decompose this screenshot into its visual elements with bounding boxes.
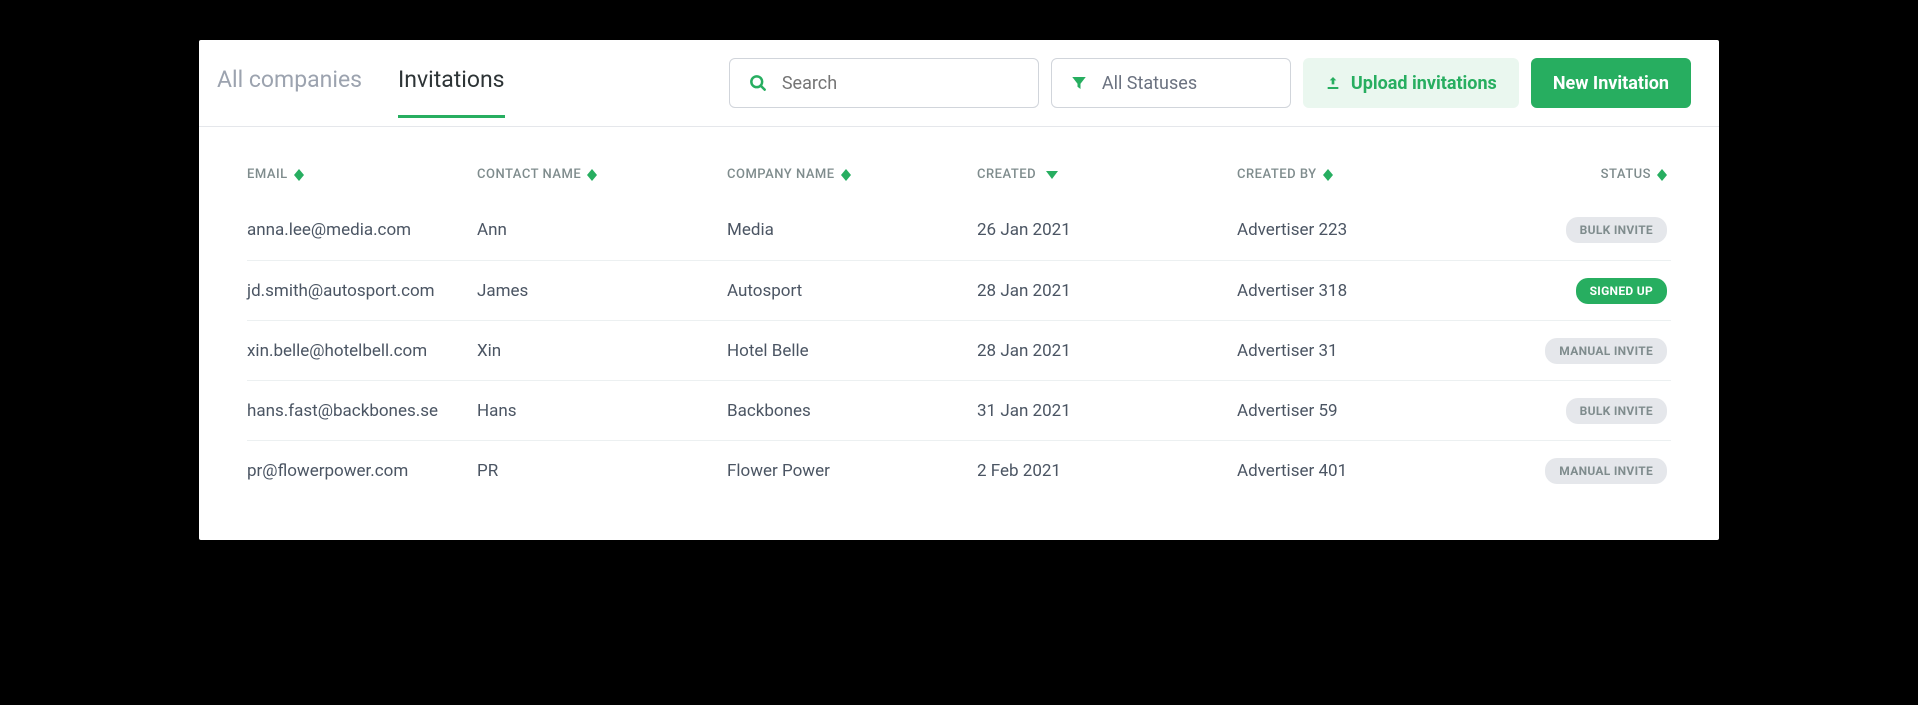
new-invitation-button[interactable]: New Invitation (1531, 58, 1691, 108)
cell-created-by: Advertiser 31 (1237, 341, 1517, 361)
upload-invitations-button[interactable]: Upload invitations (1303, 58, 1519, 108)
cell-email: anna.lee@media.com (247, 220, 477, 240)
cell-email: xin.belle@hotelbell.com (247, 341, 477, 361)
col-contact-name-label: CONTACT NAME (477, 167, 581, 182)
cell-created-by: Advertiser 401 (1237, 461, 1517, 481)
status-badge: MANUAL INVITE (1545, 458, 1667, 484)
table-row[interactable]: anna.lee@media.comAnnMedia26 Jan 2021Adv… (247, 200, 1671, 260)
cell-company-name: Hotel Belle (727, 341, 977, 361)
upload-invitations-label: Upload invitations (1351, 73, 1497, 94)
col-email-label: EMAIL (247, 167, 288, 182)
tab-all-companies[interactable]: All companies (217, 66, 362, 118)
tab-invitations[interactable]: Invitations (398, 66, 505, 118)
col-created[interactable]: CREATED (977, 167, 1237, 182)
table-row[interactable]: jd.smith@autosport.comJamesAutosport28 J… (247, 260, 1671, 320)
col-contact-name[interactable]: CONTACT NAME (477, 167, 727, 182)
status-badge: SIGNED UP (1576, 278, 1667, 304)
col-email[interactable]: EMAIL (247, 167, 477, 182)
col-company-name-label: COMPANY NAME (727, 167, 835, 182)
col-company-name[interactable]: COMPANY NAME (727, 167, 977, 182)
cell-status: BULK INVITE (1517, 217, 1667, 243)
cell-status: SIGNED UP (1517, 278, 1667, 304)
col-status[interactable]: STATUS (1517, 167, 1667, 182)
table-row[interactable]: pr@flowerpower.comPRFlower Power2 Feb 20… (247, 440, 1671, 500)
col-created-label: CREATED (977, 167, 1036, 182)
cell-contact-name: PR (477, 461, 727, 481)
sort-icon (294, 169, 304, 181)
status-filter-wrap[interactable]: All Statuses (1051, 58, 1291, 108)
invitations-table: EMAIL CONTACT NAME COMPANY NAME (199, 127, 1719, 540)
cell-contact-name: Xin (477, 341, 727, 361)
cell-created: 28 Jan 2021 (977, 341, 1237, 361)
cell-company-name: Backbones (727, 401, 977, 421)
tabs: All companies Invitations (217, 66, 505, 118)
cell-email: hans.fast@backbones.se (247, 401, 477, 421)
cell-company-name: Media (727, 220, 977, 240)
cell-created: 28 Jan 2021 (977, 281, 1237, 301)
col-status-label: STATUS (1601, 167, 1651, 182)
cell-contact-name: Hans (477, 401, 727, 421)
status-filter-label: All Statuses (1102, 73, 1272, 94)
search-field-wrap[interactable] (729, 58, 1039, 108)
cell-created: 2 Feb 2021 (977, 461, 1237, 481)
filter-icon (1070, 74, 1088, 92)
table-row[interactable]: xin.belle@hotelbell.comXinHotel Belle28 … (247, 320, 1671, 380)
table-body: anna.lee@media.comAnnMedia26 Jan 2021Adv… (247, 200, 1671, 500)
sort-icon (1323, 169, 1333, 181)
status-badge: BULK INVITE (1566, 217, 1667, 243)
sort-desc-icon (1046, 171, 1058, 179)
sort-icon (841, 169, 851, 181)
cell-company-name: Flower Power (727, 461, 977, 481)
cell-status: BULK INVITE (1517, 398, 1667, 424)
cell-created-by: Advertiser 223 (1237, 220, 1517, 240)
sort-icon (587, 169, 597, 181)
upload-icon (1325, 75, 1341, 91)
col-created-by-label: CREATED BY (1237, 167, 1317, 182)
cell-email: jd.smith@autosport.com (247, 281, 477, 301)
status-badge: MANUAL INVITE (1545, 338, 1667, 364)
cell-created-by: Advertiser 318 (1237, 281, 1517, 301)
topbar: All companies Invitations All Statuses U… (199, 40, 1719, 127)
cell-created-by: Advertiser 59 (1237, 401, 1517, 421)
invitations-panel: All companies Invitations All Statuses U… (199, 40, 1719, 540)
status-badge: BULK INVITE (1566, 398, 1667, 424)
col-created-by[interactable]: CREATED BY (1237, 167, 1517, 182)
cell-status: MANUAL INVITE (1517, 458, 1667, 484)
cell-email: pr@flowerpower.com (247, 461, 477, 481)
cell-status: MANUAL INVITE (1517, 338, 1667, 364)
cell-contact-name: Ann (477, 220, 727, 240)
search-input[interactable] (782, 73, 1020, 94)
cell-created: 26 Jan 2021 (977, 220, 1237, 240)
search-icon (748, 73, 768, 93)
cell-contact-name: James (477, 281, 727, 301)
table-row[interactable]: hans.fast@backbones.seHansBackbones31 Ja… (247, 380, 1671, 440)
new-invitation-label: New Invitation (1553, 73, 1669, 94)
sort-icon (1657, 169, 1667, 181)
cell-created: 31 Jan 2021 (977, 401, 1237, 421)
cell-company-name: Autosport (727, 281, 977, 301)
table-header: EMAIL CONTACT NAME COMPANY NAME (247, 167, 1671, 200)
